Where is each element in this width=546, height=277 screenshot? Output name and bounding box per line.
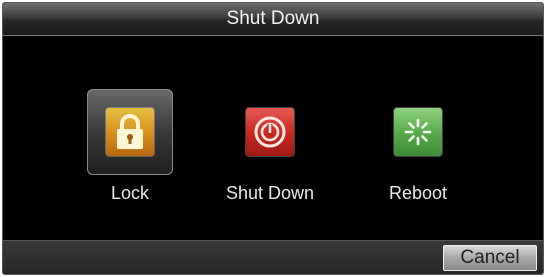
power-icon xyxy=(254,116,286,148)
shutdown-label: Shut Down xyxy=(226,183,315,203)
shutdown-dialog: Shut Down Lock Shut Down Reboot Cancel xyxy=(2,2,544,275)
reboot-icon xyxy=(404,118,432,146)
dialog-footer: Cancel xyxy=(3,240,543,274)
lock-option-frame[interactable] xyxy=(87,89,173,175)
power-tile[interactable] xyxy=(246,108,295,156)
options-panel: Lock Shut Down Reboot xyxy=(3,37,543,239)
dialog-title: Shut Down xyxy=(3,3,543,36)
shutdown-option[interactable]: Shut Down xyxy=(226,89,314,204)
reboot-tile[interactable] xyxy=(394,108,442,156)
shutdown-option-frame[interactable] xyxy=(227,89,313,175)
reboot-option-frame[interactable] xyxy=(375,89,461,175)
reboot-label: Reboot xyxy=(388,183,448,203)
reboot-option[interactable]: Reboot xyxy=(375,89,461,204)
lock-label: Lock xyxy=(110,183,150,203)
cancel-button[interactable]: Cancel xyxy=(443,245,537,271)
lock-icon xyxy=(117,114,143,149)
lock-tile[interactable] xyxy=(106,108,154,156)
lock-option[interactable]: Lock xyxy=(87,89,173,204)
